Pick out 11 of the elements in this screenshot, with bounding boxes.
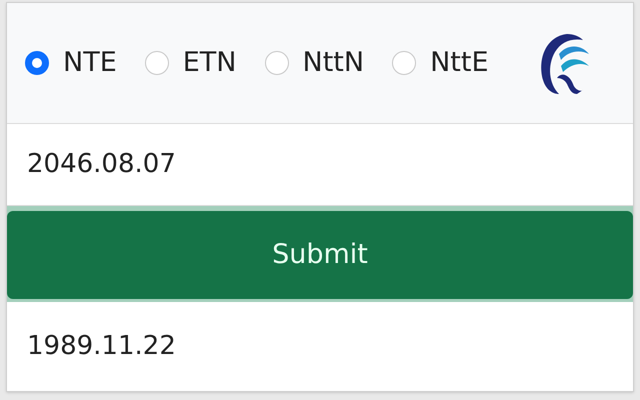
date-input-field[interactable]: 2046.08.07 (7, 124, 633, 206)
radio-button[interactable] (392, 51, 416, 75)
submit-button[interactable]: Submit (7, 211, 633, 299)
radio-button[interactable] (264, 51, 288, 75)
radio-label[interactable]: NttE (430, 42, 489, 84)
result-text: 1989.11.22 (27, 330, 176, 363)
radio-label[interactable]: NttN (302, 42, 364, 84)
radio-label[interactable]: NTE (63, 42, 117, 84)
radio-button[interactable] (25, 51, 49, 75)
radio-button[interactable] (144, 51, 169, 75)
radio-label[interactable]: ETN (182, 42, 236, 84)
